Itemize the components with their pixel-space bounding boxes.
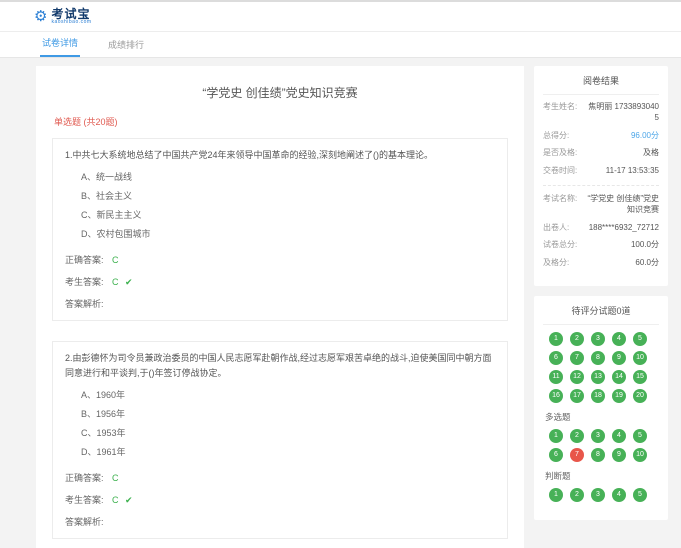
question-number-circle-1[interactable]: 1 — [549, 429, 563, 443]
question-number-circle-6[interactable]: 6 — [549, 448, 563, 462]
option-a: A、统一战线 — [81, 168, 495, 187]
total-score-value: 96.00分 — [631, 131, 659, 142]
question-number-circle-18[interactable]: 18 — [591, 389, 605, 403]
question-number-circle-4[interactable]: 4 — [612, 332, 626, 346]
analysis-label: 答案解析: — [65, 299, 104, 309]
option-b: B、社会主义 — [81, 187, 495, 206]
question-number-circle-15[interactable]: 15 — [633, 370, 647, 384]
question-number-circle-3[interactable]: 3 — [591, 429, 605, 443]
question-number-circle-9[interactable]: 9 — [612, 351, 626, 365]
gear-person-logo-icon: ⚙ — [34, 9, 47, 24]
question-number-circle-13[interactable]: 13 — [591, 370, 605, 384]
student-answer-row: 考生答案: C ✔ — [65, 493, 495, 506]
result-row-exam-name: 考试名称: “学党史 创佳绩”党史知识竞赛 — [543, 194, 659, 216]
exam-title: “学党史 创佳绩”党史知识竞赛 — [52, 84, 508, 101]
option-c: C、1953年 — [81, 424, 495, 443]
option-a: A、1960年 — [81, 386, 495, 405]
question-text: 1.中共七大系统地总结了中国共产党24年来领导中国革命的经验,深刻地阐述了()的… — [65, 148, 495, 162]
grading-result-title: 阅卷结果 — [543, 74, 659, 95]
result-row-submit-time: 交卷时间: 11-17 13:53:35 — [543, 166, 659, 177]
option-d: D、1961年 — [81, 443, 495, 462]
question-number-circle-5[interactable]: 5 — [633, 429, 647, 443]
content-area: “学党史 创佳绩”党史知识竞赛 单选题 (共20题) 1.中共七大系统地总结了中… — [0, 58, 681, 548]
correct-answer-label: 正确答案: — [65, 255, 104, 265]
question-number-circle-10[interactable]: 10 — [633, 351, 647, 365]
card-divider — [543, 185, 659, 186]
grading-result-card: 阅卷结果 考生姓名: 焦明丽 17338930405 总得分: 96.00分 是… — [534, 66, 668, 286]
multi-choice-number-grid: 12345 6789 10 — [549, 429, 659, 462]
student-answer-value: C — [112, 277, 119, 287]
question-number-circle-11[interactable]: 11 — [549, 370, 563, 384]
question-number-circle-5[interactable]: 5 — [633, 332, 647, 346]
result-row-score: 总得分: 96.00分 — [543, 131, 659, 142]
result-row-pass-line: 及格分: 60.0分 — [543, 258, 659, 269]
question-number-circle-2[interactable]: 2 — [570, 429, 584, 443]
question-number-circle-2[interactable]: 2 — [570, 488, 584, 502]
top-header: ⚙ 考试宝 kaoshibao.com — [0, 2, 681, 32]
judge-number-grid: 12345 — [549, 488, 659, 502]
correct-check-icon: ✔ — [125, 277, 133, 287]
question-number-circle-5[interactable]: 5 — [633, 488, 647, 502]
correct-answer-row: 正确答案: C — [65, 471, 495, 484]
question-number-circle-8[interactable]: 8 — [591, 351, 605, 365]
brand-domain: kaoshibao.com — [51, 20, 91, 25]
analysis-row: 答案解析: — [65, 515, 495, 528]
question-map-card: 待评分试题0道 1234567891011121314151617181920 … — [534, 296, 668, 520]
question-number-circle-10[interactable]: 10 — [633, 448, 647, 462]
question-number-circle-20[interactable]: 20 — [633, 389, 647, 403]
question-number-circle-16[interactable]: 16 — [549, 389, 563, 403]
question-number-circle-1[interactable]: 1 — [549, 332, 563, 346]
question-number-circle-14[interactable]: 14 — [612, 370, 626, 384]
result-row-total-points: 试卷总分: 100.0分 — [543, 240, 659, 251]
result-row-name: 考生姓名: 焦明丽 17338930405 — [543, 102, 659, 124]
multi-choice-group-label: 多选题 — [545, 411, 659, 423]
analysis-row: 答案解析: — [65, 297, 495, 310]
judge-group-label: 判断题 — [545, 470, 659, 482]
question-number-circle-6[interactable]: 6 — [549, 351, 563, 365]
analysis-label: 答案解析: — [65, 517, 104, 527]
question-text: 2.由彭德怀为司令员兼政治委员的中国人民志愿军赴朝作战,经过志愿军艰苦卓绝的战斗… — [65, 351, 495, 380]
option-b: B、1956年 — [81, 405, 495, 424]
question-number-circle-4[interactable]: 4 — [612, 488, 626, 502]
brand-logo[interactable]: ⚙ 考试宝 kaoshibao.com — [34, 8, 92, 26]
question-number-circle-4[interactable]: 4 — [612, 429, 626, 443]
question-number-circle-3[interactable]: 3 — [591, 488, 605, 502]
question-number-circle-9[interactable]: 9 — [612, 448, 626, 462]
question-block-1: 1.中共七大系统地总结了中国共产党24年来领导中国革命的经验,深刻地阐述了()的… — [52, 138, 508, 321]
correct-answer-value: C — [112, 255, 119, 265]
result-row-pass: 是否及格: 及格 — [543, 148, 659, 159]
tab-bar: 试卷详情 成绩排行 — [0, 32, 681, 58]
student-answer-value: C — [112, 495, 119, 505]
question-number-circle-17[interactable]: 17 — [570, 389, 584, 403]
student-answer-label: 考生答案: — [65, 495, 104, 505]
question-number-circle-7[interactable]: 7 — [570, 351, 584, 365]
exam-paper: “学党史 创佳绩”党史知识竞赛 单选题 (共20题) 1.中共七大系统地总结了中… — [36, 66, 524, 548]
correct-check-icon: ✔ — [125, 495, 133, 505]
question-number-circle-8[interactable]: 8 — [591, 448, 605, 462]
question-number-circle-2[interactable]: 2 — [570, 332, 584, 346]
question-number-circle-1[interactable]: 1 — [549, 488, 563, 502]
exam-result-page: ⚙ 考试宝 kaoshibao.com 试卷详情 成绩排行 “学党史 创佳绩”党… — [0, 0, 681, 548]
question-number-circle-7[interactable]: 7 — [570, 448, 584, 462]
question-block-2: 2.由彭德怀为司令员兼政治委员的中国人民志愿军赴朝作战,经过志愿军艰苦卓绝的战斗… — [52, 341, 508, 539]
question-number-circle-19[interactable]: 19 — [612, 389, 626, 403]
student-answer-label: 考生答案: — [65, 277, 104, 287]
right-sidebar: 阅卷结果 考生姓名: 焦明丽 17338930405 总得分: 96.00分 是… — [534, 66, 668, 520]
pending-grading-title: 待评分试题0道 — [543, 304, 659, 325]
question-number-circle-12[interactable]: 12 — [570, 370, 584, 384]
student-answer-row: 考生答案: C ✔ — [65, 275, 495, 288]
option-d: D、农村包围城市 — [81, 225, 495, 244]
correct-answer-label: 正确答案: — [65, 473, 104, 483]
section-label-single-choice: 单选题 (共20题) — [54, 115, 508, 128]
tab-exam-detail[interactable]: 试卷详情 — [40, 36, 80, 57]
tab-score-ranking[interactable]: 成绩排行 — [106, 38, 146, 57]
correct-answer-value: C — [112, 473, 119, 483]
question-number-circle-3[interactable]: 3 — [591, 332, 605, 346]
result-row-author: 出卷人: 188****6932_72712 — [543, 223, 659, 234]
single-choice-number-grid: 1234567891011121314151617181920 — [549, 332, 659, 403]
correct-answer-row: 正确答案: C — [65, 253, 495, 266]
option-c: C、新民主主义 — [81, 206, 495, 225]
